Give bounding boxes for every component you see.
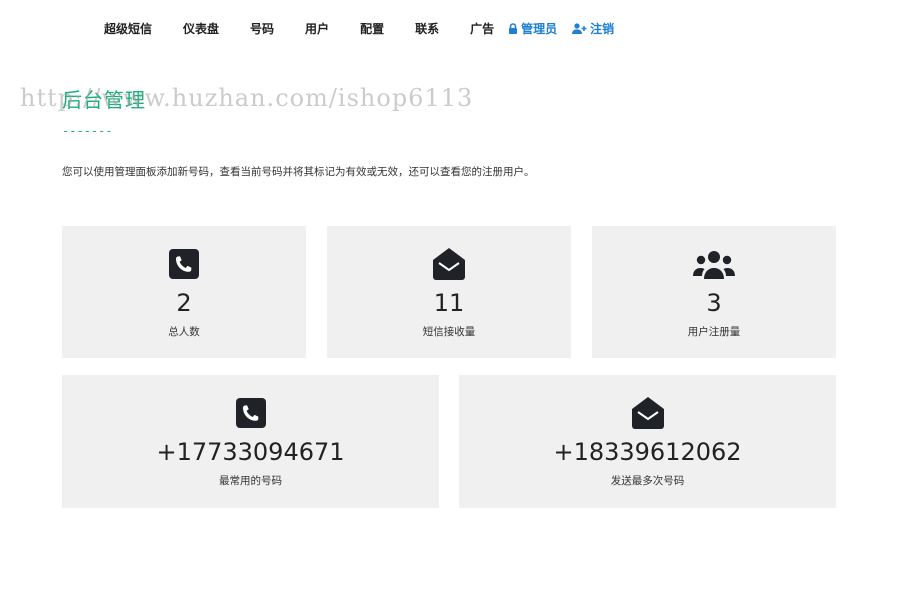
envelope-open-icon	[432, 248, 466, 280]
top-nav: 超级短信 仪表盘 号码 用户 配置 联系 广告 管理员 注销	[104, 18, 629, 38]
title-underline: -------	[62, 124, 113, 138]
stat-card-most-sent-number: +18339612062 发送最多次号码	[459, 375, 836, 508]
nav-item-numbers[interactable]: 号码	[250, 20, 274, 37]
stat-value: 11	[433, 289, 465, 317]
page-description: 您可以使用管理面板添加新号码，查看当前号码并将其标记为有效或无效，还可以查看您的…	[62, 166, 535, 178]
page-title: 后台管理	[62, 88, 146, 112]
stat-card-total-people: 2 总人数	[62, 226, 306, 358]
nav-item-users[interactable]: 用户	[305, 20, 329, 37]
nav-item-contact[interactable]: 联系	[415, 20, 439, 37]
stat-card-registered-users: 3 用户注册量	[592, 226, 836, 358]
stat-label: 发送最多次号码	[610, 475, 685, 487]
stat-value: 3	[706, 289, 722, 317]
stat-value: 2	[176, 289, 192, 317]
nav-brand[interactable]: 超级短信	[104, 20, 152, 37]
phone-square-icon	[235, 397, 266, 429]
stat-card-sms-received: 11 短信接收量	[327, 226, 571, 358]
stat-card-most-used-number: +17733094671 最常用的号码	[62, 375, 439, 508]
stat-label: 用户注册量	[687, 326, 741, 338]
stat-value: +17733094671	[156, 438, 345, 466]
nav-admin-label: 管理员	[521, 21, 558, 36]
user-plus-icon	[572, 22, 587, 34]
stat-label: 短信接收量	[422, 326, 476, 338]
nav-logout-link[interactable]: 注销	[572, 20, 614, 37]
stat-label: 最常用的号码	[219, 475, 282, 487]
nav-logout-label: 注销	[590, 21, 615, 36]
nav-item-ads[interactable]: 广告	[470, 20, 494, 37]
nav-admin-link[interactable]: 管理员	[508, 20, 557, 37]
stat-label: 总人数	[168, 326, 200, 338]
envelope-open-icon	[631, 397, 665, 429]
users-icon	[693, 248, 735, 280]
stat-value: +18339612062	[553, 438, 742, 466]
nav-item-dashboard[interactable]: 仪表盘	[183, 20, 219, 37]
nav-item-config[interactable]: 配置	[360, 20, 384, 37]
phone-square-icon	[169, 248, 199, 280]
lock-icon	[509, 22, 518, 34]
